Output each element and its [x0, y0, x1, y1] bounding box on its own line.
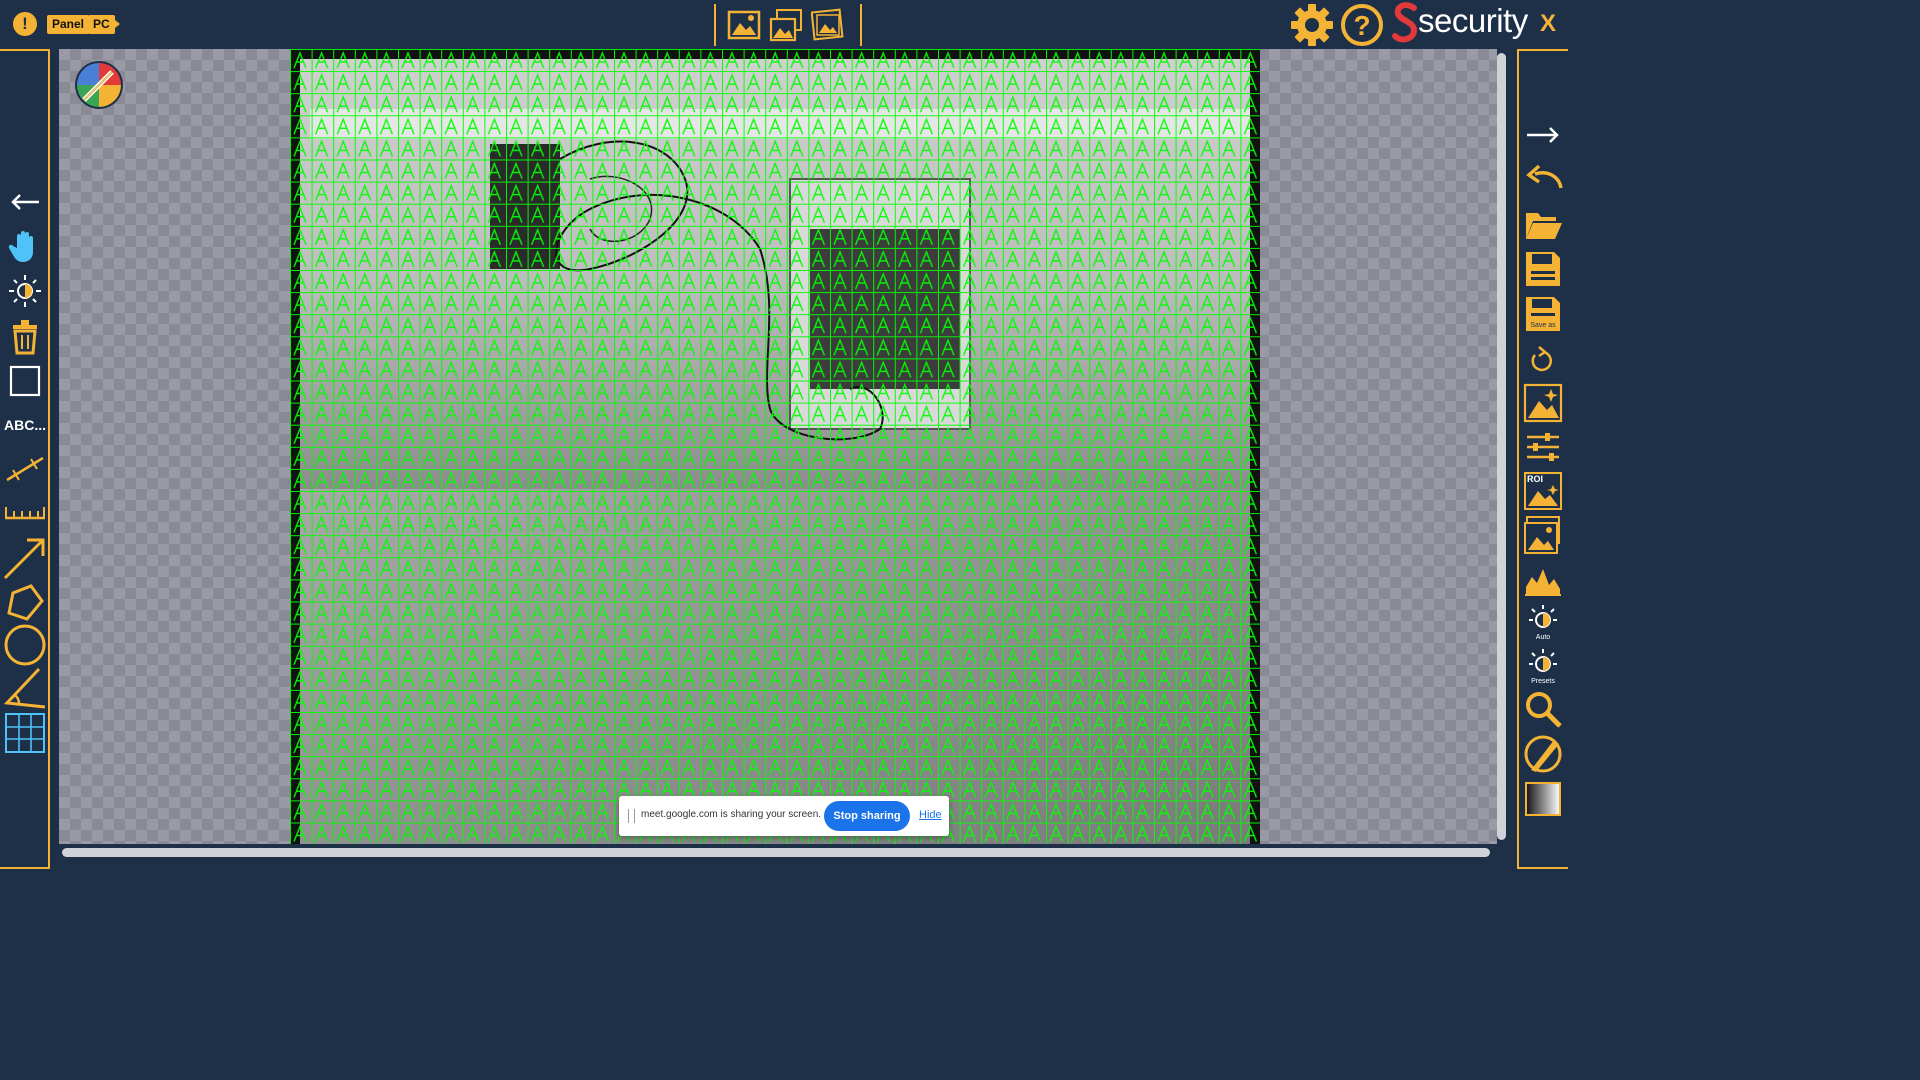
line-icon[interactable]	[5, 448, 45, 488]
horizontal-scrollbar[interactable]	[62, 848, 1490, 857]
presets-caption: Presets	[1531, 678, 1555, 685]
arrow-icon[interactable]	[3, 536, 47, 580]
roi-icon[interactable]: ROI	[1523, 471, 1563, 511]
save-as-icon[interactable]: Save as	[1523, 294, 1563, 334]
ruler-icon[interactable]	[5, 493, 45, 533]
stop-sharing-button[interactable]: Stop sharing	[824, 801, 910, 831]
brightness-icon[interactable]	[5, 271, 45, 311]
images-compare-icon[interactable]	[769, 8, 803, 42]
undo-icon[interactable]	[1523, 158, 1563, 198]
rectangle-icon[interactable]	[5, 361, 45, 401]
polygon-icon[interactable]	[5, 583, 45, 623]
open-folder-icon[interactable]	[1523, 205, 1563, 245]
image-canvas[interactable]	[59, 49, 1497, 844]
auto-caption: Auto	[1536, 634, 1551, 641]
svg-text:?: ?	[1353, 10, 1370, 41]
image-icon[interactable]	[1523, 515, 1563, 555]
rotate-icon[interactable]	[1523, 341, 1563, 381]
image-enhance-icon[interactable]	[1523, 383, 1563, 423]
gear-icon[interactable]	[1289, 2, 1335, 48]
grid-icon[interactable]	[4, 712, 46, 754]
help-icon[interactable]: ?	[1339, 2, 1385, 48]
photo-with-grid-overlay[interactable]	[290, 49, 1260, 844]
circle-icon[interactable]	[3, 623, 47, 667]
warning-icon[interactable]: !	[13, 12, 37, 36]
pc-button[interactable]: PC	[88, 15, 120, 34]
roi-caption: ROI	[1527, 474, 1543, 484]
back-arrow-icon[interactable]	[5, 182, 45, 222]
brand-s-icon	[1392, 2, 1418, 43]
save-icon[interactable]	[1523, 249, 1563, 289]
forward-arrow-icon[interactable]	[1523, 115, 1563, 155]
brand-word: security	[1418, 2, 1528, 39]
delete-icon[interactable]	[5, 315, 45, 355]
image-icon[interactable]	[727, 8, 761, 42]
hand-pan-icon[interactable]	[5, 226, 45, 266]
zoom-icon[interactable]	[1523, 689, 1563, 729]
app-logo-icon[interactable]	[74, 60, 124, 110]
save-as-caption: Save as	[1530, 322, 1556, 329]
share-message: meet.google.com is sharing your screen.	[641, 809, 822, 820]
vertical-scrollbar[interactable]	[1497, 53, 1506, 840]
right-toolbar: Save as ROI Auto Presets	[1517, 49, 1568, 869]
pen-circle-icon[interactable]	[1523, 734, 1563, 774]
histogram-icon[interactable]	[1523, 559, 1563, 599]
text-tool[interactable]: ABC...	[4, 417, 46, 433]
panel-button[interactable]: Panel	[47, 15, 95, 34]
photo-image	[290, 49, 1260, 844]
screen-share-bar: meet.google.com is sharing your screen. …	[619, 796, 949, 836]
drag-handle[interactable]	[628, 809, 635, 823]
auto-brightness-icon[interactable]: Auto	[1523, 603, 1563, 643]
angle-icon[interactable]	[3, 667, 47, 711]
left-toolbar: ABC...	[0, 49, 50, 869]
gradient-icon[interactable]	[1523, 779, 1563, 819]
top-bar: ! Panel PC ? security X	[0, 0, 1568, 49]
image-frame-icon[interactable]	[811, 8, 845, 42]
presets-brightness-icon[interactable]: Presets	[1523, 647, 1563, 687]
sliders-icon[interactable]	[1523, 427, 1563, 467]
image-mode-group	[714, 4, 862, 46]
close-button[interactable]: X	[1540, 10, 1556, 38]
hide-link[interactable]: Hide	[919, 809, 942, 821]
